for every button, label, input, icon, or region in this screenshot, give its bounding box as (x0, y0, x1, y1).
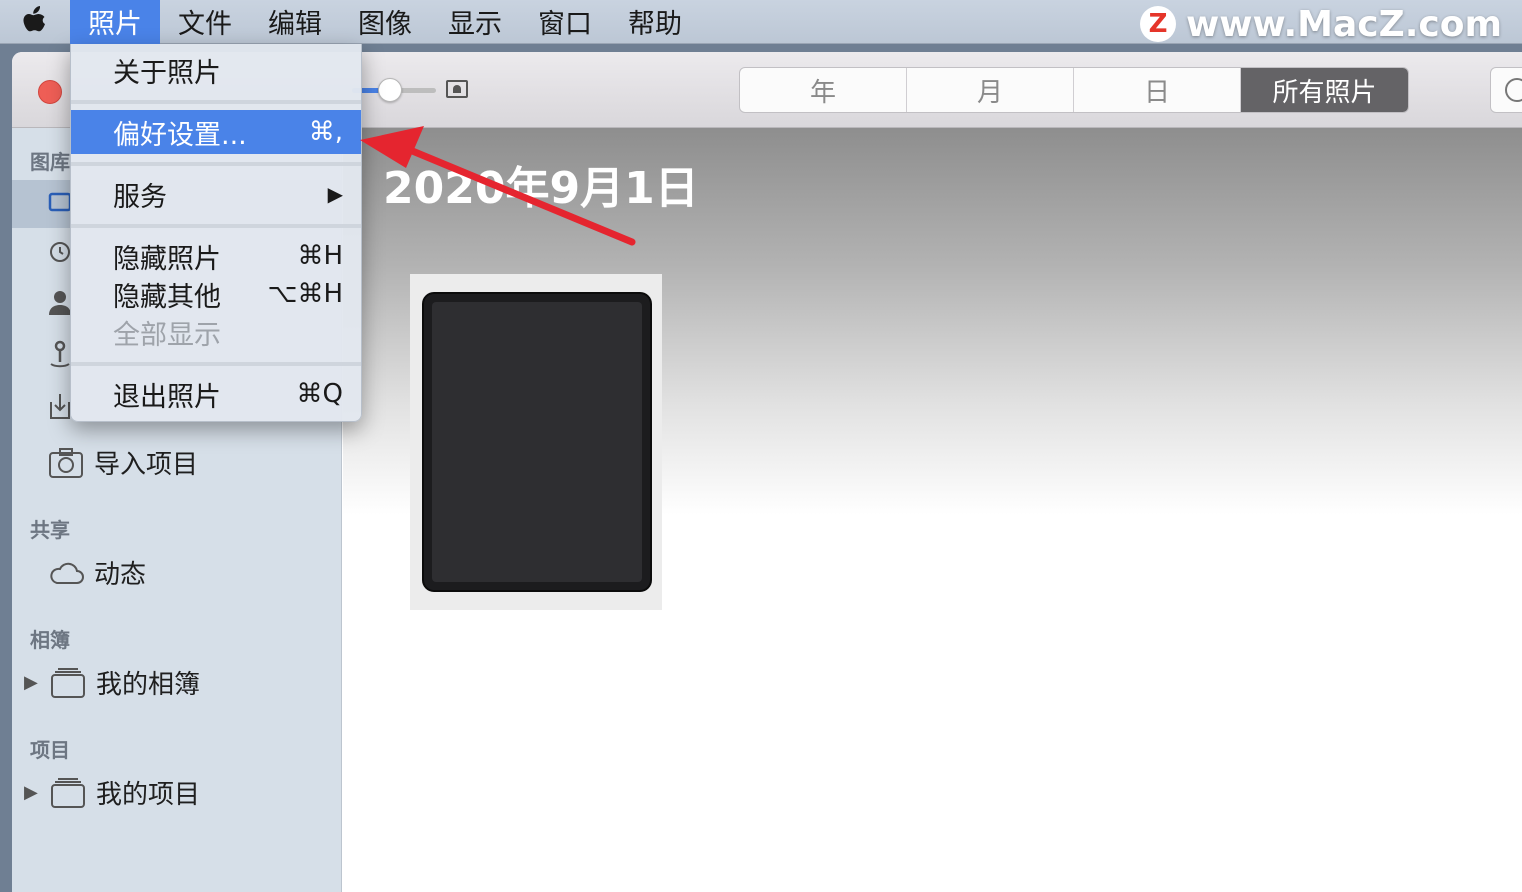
tablet-image (422, 292, 652, 592)
sidebar-section-library: 图库 (30, 150, 70, 174)
menu-separator (71, 100, 361, 104)
menu-image[interactable]: 图像 (340, 0, 430, 44)
sidebar-item-my-projects[interactable]: ▶ 我的项目 (24, 774, 200, 811)
menu-item-label: 隐藏照片 (113, 243, 221, 275)
menu-item-label: 关于照片 (113, 57, 221, 89)
menu-photos[interactable]: 照片 (70, 0, 160, 44)
menu-item-label: 偏好设置... (113, 119, 247, 151)
photo-size-icon (446, 80, 468, 98)
menu-item-shortcut: ⌘Q (296, 379, 343, 409)
sidebar-item-my-albums[interactable]: ▶ 我的相簿 (24, 664, 200, 701)
apple-icon (23, 5, 45, 31)
menu-item-about[interactable]: 关于照片 (71, 48, 361, 92)
disclosure-triangle-icon[interactable]: ▶ (24, 672, 40, 693)
sidebar-item-import[interactable]: 导入项目 (48, 444, 198, 481)
places-icon[interactable] (48, 340, 72, 368)
menu-item-label: 服务 (113, 181, 167, 213)
info-icon (1505, 78, 1522, 102)
watermark-text: www.MacZ.com (1186, 3, 1502, 45)
projects-folder-icon (51, 777, 85, 808)
toolbar-info-button[interactable] (1490, 67, 1522, 113)
menu-item-label: 隐藏其他 (113, 281, 221, 313)
menu-separator (71, 162, 361, 166)
menu-item-services[interactable]: 服务 ▶ (71, 172, 361, 216)
submenu-arrow-icon: ▶ (327, 182, 343, 206)
annotation-arrow-icon (360, 126, 636, 246)
sidebar-item-label: 动态 (94, 560, 147, 590)
menu-item-label: 退出照片 (113, 381, 221, 413)
camera-icon (49, 447, 83, 478)
sidebar-section-albums: 相簿 (30, 628, 70, 652)
segment-months[interactable]: 月 (907, 68, 1074, 112)
imports-icon[interactable] (48, 392, 72, 420)
cloud-icon (50, 562, 84, 584)
photo-thumbnail[interactable] (410, 274, 662, 610)
menu-item-shortcut: ⌥⌘H (267, 279, 343, 309)
menu-item-quit[interactable]: 退出照片 ⌘Q (71, 372, 361, 416)
people-icon[interactable] (48, 288, 72, 316)
menu-file[interactable]: 文件 (160, 0, 250, 44)
menu-item-show-all: 全部显示 (71, 310, 361, 354)
photos-library-icon (48, 192, 72, 212)
sidebar-item-label: 我的相簿 (96, 670, 201, 700)
disclosure-triangle-icon[interactable]: ▶ (24, 782, 40, 803)
sidebar-section-projects: 项目 (30, 738, 70, 762)
menu-item-preferences[interactable]: 偏好设置... ⌘, (71, 110, 361, 154)
sidebar-item-label: 导入项目 (94, 450, 199, 480)
segment-all-photos[interactable]: 所有照片 (1241, 68, 1408, 112)
menu-edit[interactable]: 编辑 (250, 0, 340, 44)
zoom-slider-knob[interactable] (378, 78, 402, 102)
time-view-segmented-control: 年 月 日 所有照片 (739, 67, 1409, 113)
albums-folder-icon (51, 667, 85, 698)
menu-window[interactable]: 窗口 (520, 0, 610, 44)
menu-item-shortcut: ⌘, (308, 117, 343, 147)
segment-days[interactable]: 日 (1074, 68, 1241, 112)
menu-item-label: 全部显示 (113, 319, 221, 351)
close-button[interactable] (38, 80, 62, 104)
menu-separator (71, 224, 361, 228)
segment-years[interactable]: 年 (740, 68, 907, 112)
watermark-logo-icon: Z (1140, 6, 1177, 42)
tablet-screen (432, 302, 642, 582)
menu-separator (71, 362, 361, 366)
photos-app-menu: 关于照片 偏好设置... ⌘, 服务 ▶ 隐藏照片 ⌘H 隐藏其他 ⌥⌘H 全部… (70, 44, 362, 422)
menu-help[interactable]: 帮助 (610, 0, 700, 44)
watermark: Z www.MacZ.com (1140, 3, 1502, 45)
sidebar-item-activity[interactable]: 动态 (48, 554, 146, 591)
menu-item-shortcut: ⌘H (297, 241, 343, 271)
menu-view[interactable]: 显示 (430, 0, 520, 44)
sidebar-item-label: 我的项目 (96, 780, 201, 810)
memories-icon[interactable] (48, 238, 72, 266)
apple-menu[interactable] (0, 0, 70, 44)
sidebar-section-shared: 共享 (30, 518, 70, 542)
menu-bar: 照片 文件 编辑 图像 显示 窗口 帮助 Z www.MacZ.com (0, 0, 1522, 45)
